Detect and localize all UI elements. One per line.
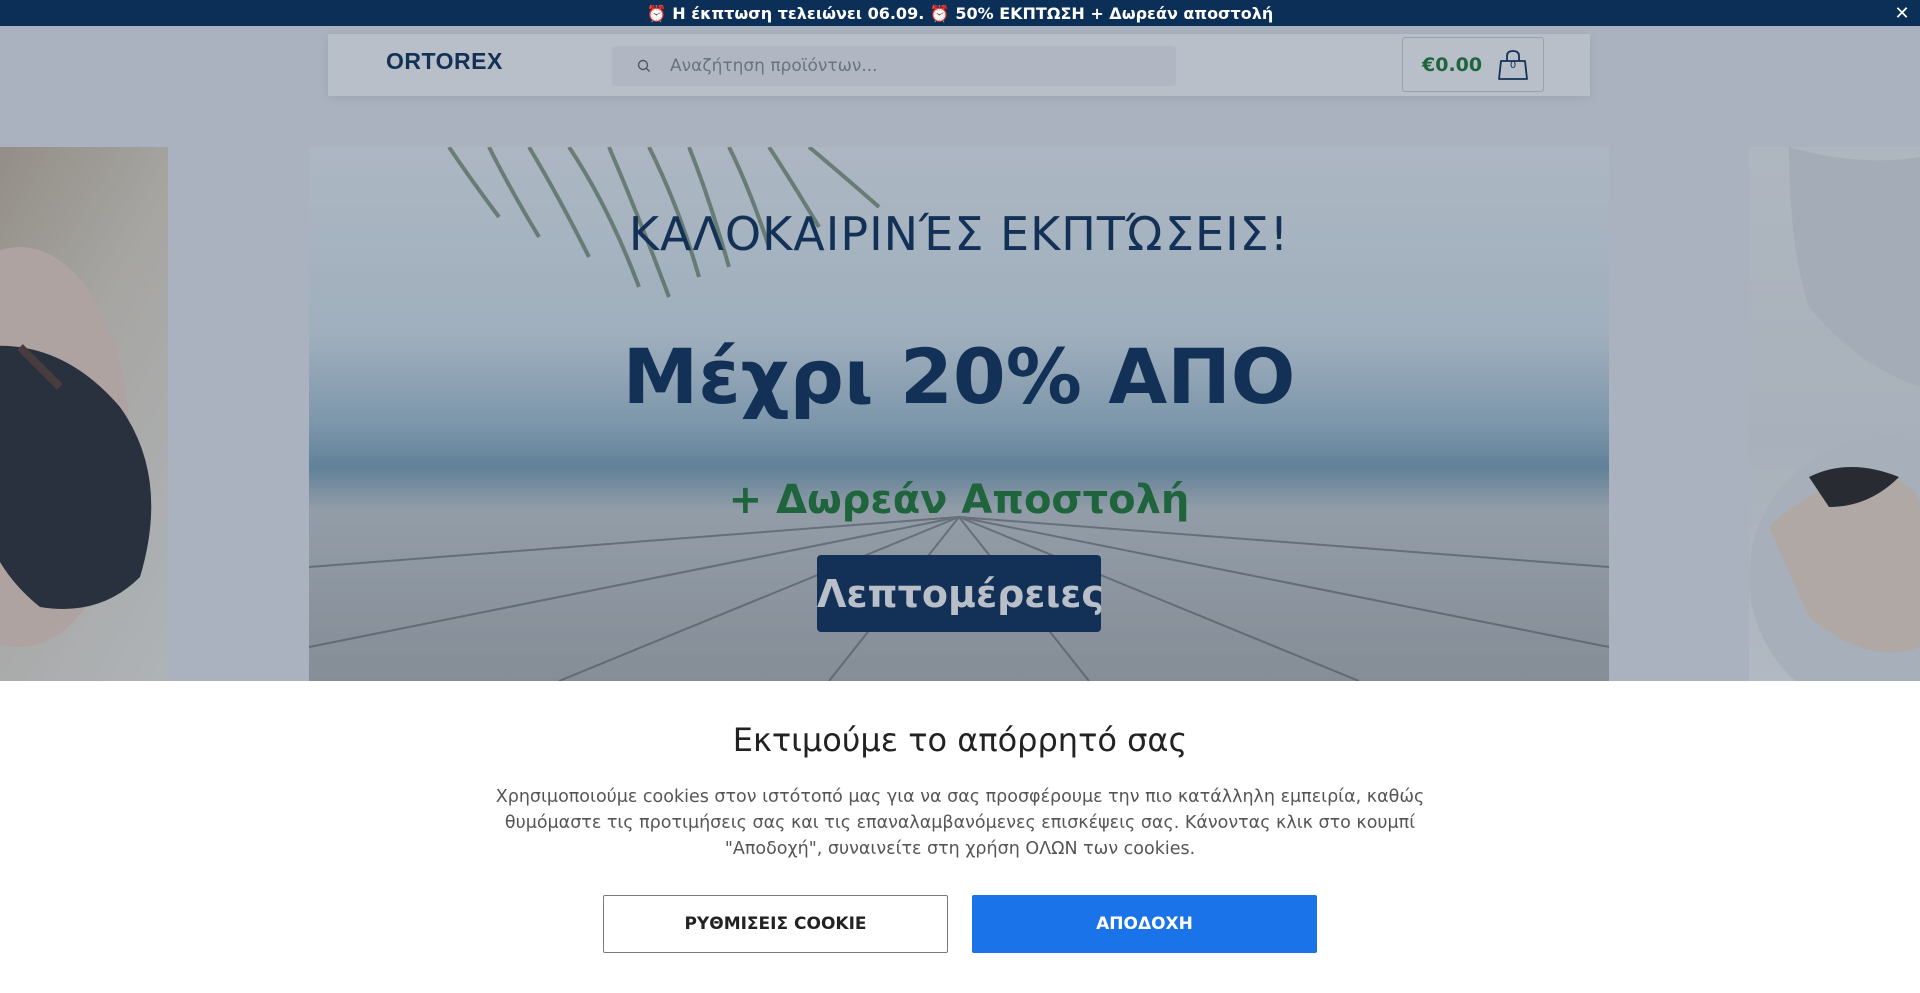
hero-title: ΚΑΛΟΚΑΙΡΙΝΈΣ ΕΚΠΤΏΣΕΙΣ!	[628, 207, 1290, 261]
cookie-heading: Εκτιμούμε το απόρρητό σας	[732, 721, 1188, 759]
cart-total: €0.00	[1422, 53, 1483, 76]
sleep-mask-image	[0, 247, 152, 647]
carousel-prev-slide[interactable]	[0, 147, 168, 681]
search-icon[interactable]	[636, 58, 652, 74]
carousel-next-slide[interactable]	[1749, 147, 1920, 681]
hero-banner: ΚΑΛΟΚΑΙΡΙΝΈΣ ΕΚΠΤΏΣΕΙΣ! Μέχρι 20% ΑΠΟ + …	[309, 147, 1609, 681]
hero-subtitle: + Δωρεάν Αποστολή	[728, 477, 1190, 523]
cookie-accept-button[interactable]: ΑΠΟΔΟΧΗ	[972, 895, 1317, 953]
search-bar[interactable]	[612, 46, 1176, 86]
cart-button[interactable]: €0.00 0	[1402, 37, 1544, 92]
cart-count: 0	[1509, 59, 1517, 71]
search-input[interactable]	[670, 56, 1150, 76]
cookie-text: Χρησιμοποιούμε cookies στον ιστότοπό μας…	[495, 787, 1425, 859]
close-icon[interactable]: ✕	[1892, 0, 1912, 26]
cookie-consent-banner: Εκτιμούμε το απόρρητό σας Χρησιμοποιούμε…	[0, 681, 1920, 993]
ortorex-logo[interactable]: ORTOREX	[386, 48, 503, 75]
hero-headline: Μέχρι 20% ΑΠΟ	[622, 332, 1296, 421]
details-button[interactable]: Λεπτομέρειες	[817, 555, 1104, 632]
cookie-settings-button[interactable]: ΡΥΘΜΙΣΕΙΣ COOKIE	[603, 895, 948, 953]
announcement-bar: ⏰ Η έκπτωση τελειώνει 06.09. ⏰ 50% ΕΚΠΤΩ…	[0, 0, 1920, 26]
pillow-sleeper-image	[1749, 147, 1920, 681]
site-header: ORTOREX €0.00 0	[328, 34, 1590, 96]
shopping-bag-icon[interactable]: 0	[1496, 48, 1530, 82]
announcement-text: ⏰ Η έκπτωση τελειώνει 06.09. ⏰ 50% ΕΚΠΤΩ…	[646, 3, 1274, 23]
